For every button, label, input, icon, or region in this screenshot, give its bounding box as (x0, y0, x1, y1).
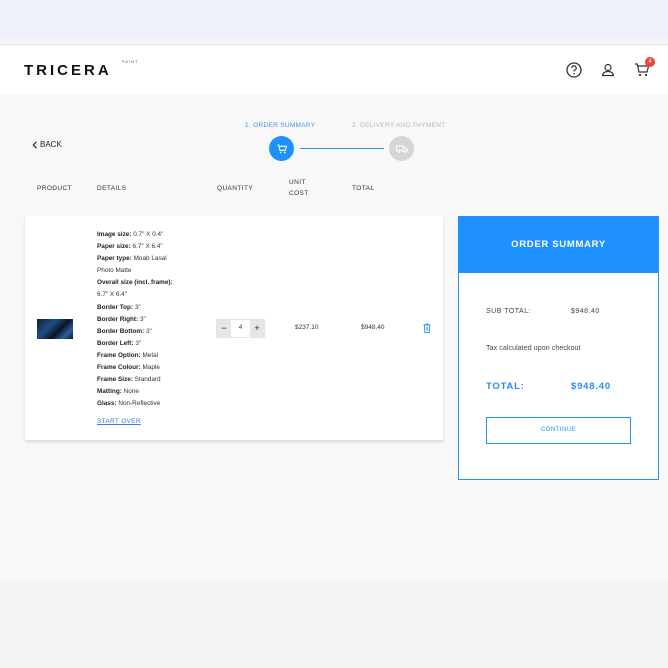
col-unit-cost: UNIT COST (289, 177, 309, 199)
start-over-link[interactable]: START OVER (97, 418, 141, 425)
detail-value: None (121, 388, 139, 396)
detail-line: Frame Option: Metal (97, 350, 212, 362)
chevron-left-icon (32, 140, 37, 149)
increment-button[interactable]: + (250, 320, 264, 337)
detail-value: Standard (132, 376, 161, 384)
detail-line: Frame Size: Standard (97, 374, 212, 386)
tax-note: Tax calculated upon checkout (486, 345, 581, 352)
detail-value: Maple (140, 364, 160, 372)
detail-value: 3" (144, 327, 152, 335)
continue-button[interactable]: CONTINUE (486, 417, 631, 444)
detail-label: Overall size (incl. frame): (97, 279, 173, 287)
detail-value: Non-Reflective (116, 400, 161, 408)
step-delivery-payment[interactable] (389, 136, 414, 161)
detail-label: Image size: (97, 231, 132, 238)
detail-label: Border Left: (97, 339, 134, 347)
detail-line: Paper type: Moab Lasal (97, 253, 212, 265)
total-value: $948.40 (571, 381, 611, 392)
detail-value: 6.7" X 6.4" (130, 243, 163, 251)
order-summary-panel: ORDER SUMMARY SUB TOTAL: $948.40 Tax cal… (458, 216, 659, 480)
subtotal-value: $948.40 (571, 308, 600, 315)
detail-value: Moab Lasal (131, 255, 167, 263)
back-label: BACK (40, 140, 62, 149)
detail-label: Frame Option: (97, 351, 141, 359)
decrement-button[interactable]: − (217, 320, 231, 337)
detail-line: Photo Matte (97, 265, 212, 277)
cart-step-icon (276, 143, 287, 153)
step-order-summary[interactable] (269, 136, 294, 161)
header: TRICERA PAINT 4 (0, 44, 668, 94)
user-icon[interactable] (599, 61, 617, 79)
top-strip (0, 0, 668, 38)
col-product: PRODUCT (37, 185, 72, 192)
detail-line: Border Top: 3" (97, 302, 212, 314)
col-quantity: QUANTITY (217, 185, 254, 192)
detail-line: Frame Colour: Maple (97, 362, 212, 374)
brand-sub: PAINT (122, 59, 139, 64)
trash-icon[interactable] (423, 323, 431, 333)
detail-line: Paper size: 6.7" X 6.4" (97, 241, 212, 253)
quantity-stepper[interactable]: − 4 + (216, 319, 265, 338)
back-link[interactable]: BACK (32, 140, 62, 149)
detail-label: Border Right: (97, 315, 139, 323)
footer-area (0, 580, 668, 668)
detail-label: Border Bottom: (97, 327, 145, 335)
detail-value: 3" (133, 339, 142, 347)
detail-line: Border Left: 3" (97, 338, 212, 350)
detail-value: 0.7" X 0.4" (131, 231, 164, 238)
detail-value: Metal (140, 351, 159, 359)
detail-line: Overall size (incl. frame): (97, 277, 212, 289)
subtotal-label: SUB TOTAL: (486, 308, 532, 315)
step-delivery-payment-label: 2. DELIVERY AND PAYMENT (352, 122, 446, 129)
detail-label: Frame Size: (97, 376, 133, 384)
total-label: TOTAL: (486, 381, 525, 392)
col-unit-cost-line1: UNIT (289, 179, 306, 186)
detail-line: Matting: None (97, 386, 212, 398)
item-details: Image size: 0.7" X 0.4" Paper size: 6.7" … (97, 229, 212, 410)
help-icon[interactable] (565, 61, 583, 79)
step-connector (300, 148, 384, 149)
detail-value: Photo Matte (97, 267, 132, 275)
truck-icon (395, 145, 408, 153)
detail-label: Border Top: (97, 303, 134, 311)
detail-label: Matting: (97, 388, 122, 396)
line-total-value: $948.40 (361, 324, 385, 331)
product-thumbnail[interactable] (37, 319, 73, 339)
detail-label: Paper type: (97, 255, 132, 263)
cart-count-badge: 4 (645, 57, 655, 67)
unit-cost-value: $237.10 (295, 324, 319, 331)
detail-label: Glass: (97, 400, 117, 408)
detail-line: 6.7" X 6.4" (97, 289, 212, 301)
detail-line: Glass: Non-Reflective (97, 398, 212, 410)
detail-line: Border Right: 3" (97, 314, 212, 326)
detail-line: Border Bottom: 3" (97, 326, 212, 338)
col-unit-cost-line2: COST (289, 190, 309, 197)
detail-line: Image size: 0.7" X 0.4" (97, 229, 212, 241)
order-summary-title: ORDER SUMMARY (459, 217, 658, 273)
detail-value: 3" (138, 315, 146, 323)
detail-value: 3" (133, 303, 141, 311)
quantity-value[interactable]: 4 (231, 320, 250, 337)
col-total: TOTAL (352, 185, 375, 192)
detail-value: 6.7" X 6.4" (97, 291, 128, 299)
brand-logo[interactable]: TRICERA (24, 62, 112, 79)
col-details: DETAILS (97, 185, 127, 192)
step-order-summary-label: 1. ORDER SUMMARY (245, 122, 316, 129)
detail-label: Frame Colour: (97, 364, 141, 372)
detail-label: Paper size: (97, 243, 131, 251)
